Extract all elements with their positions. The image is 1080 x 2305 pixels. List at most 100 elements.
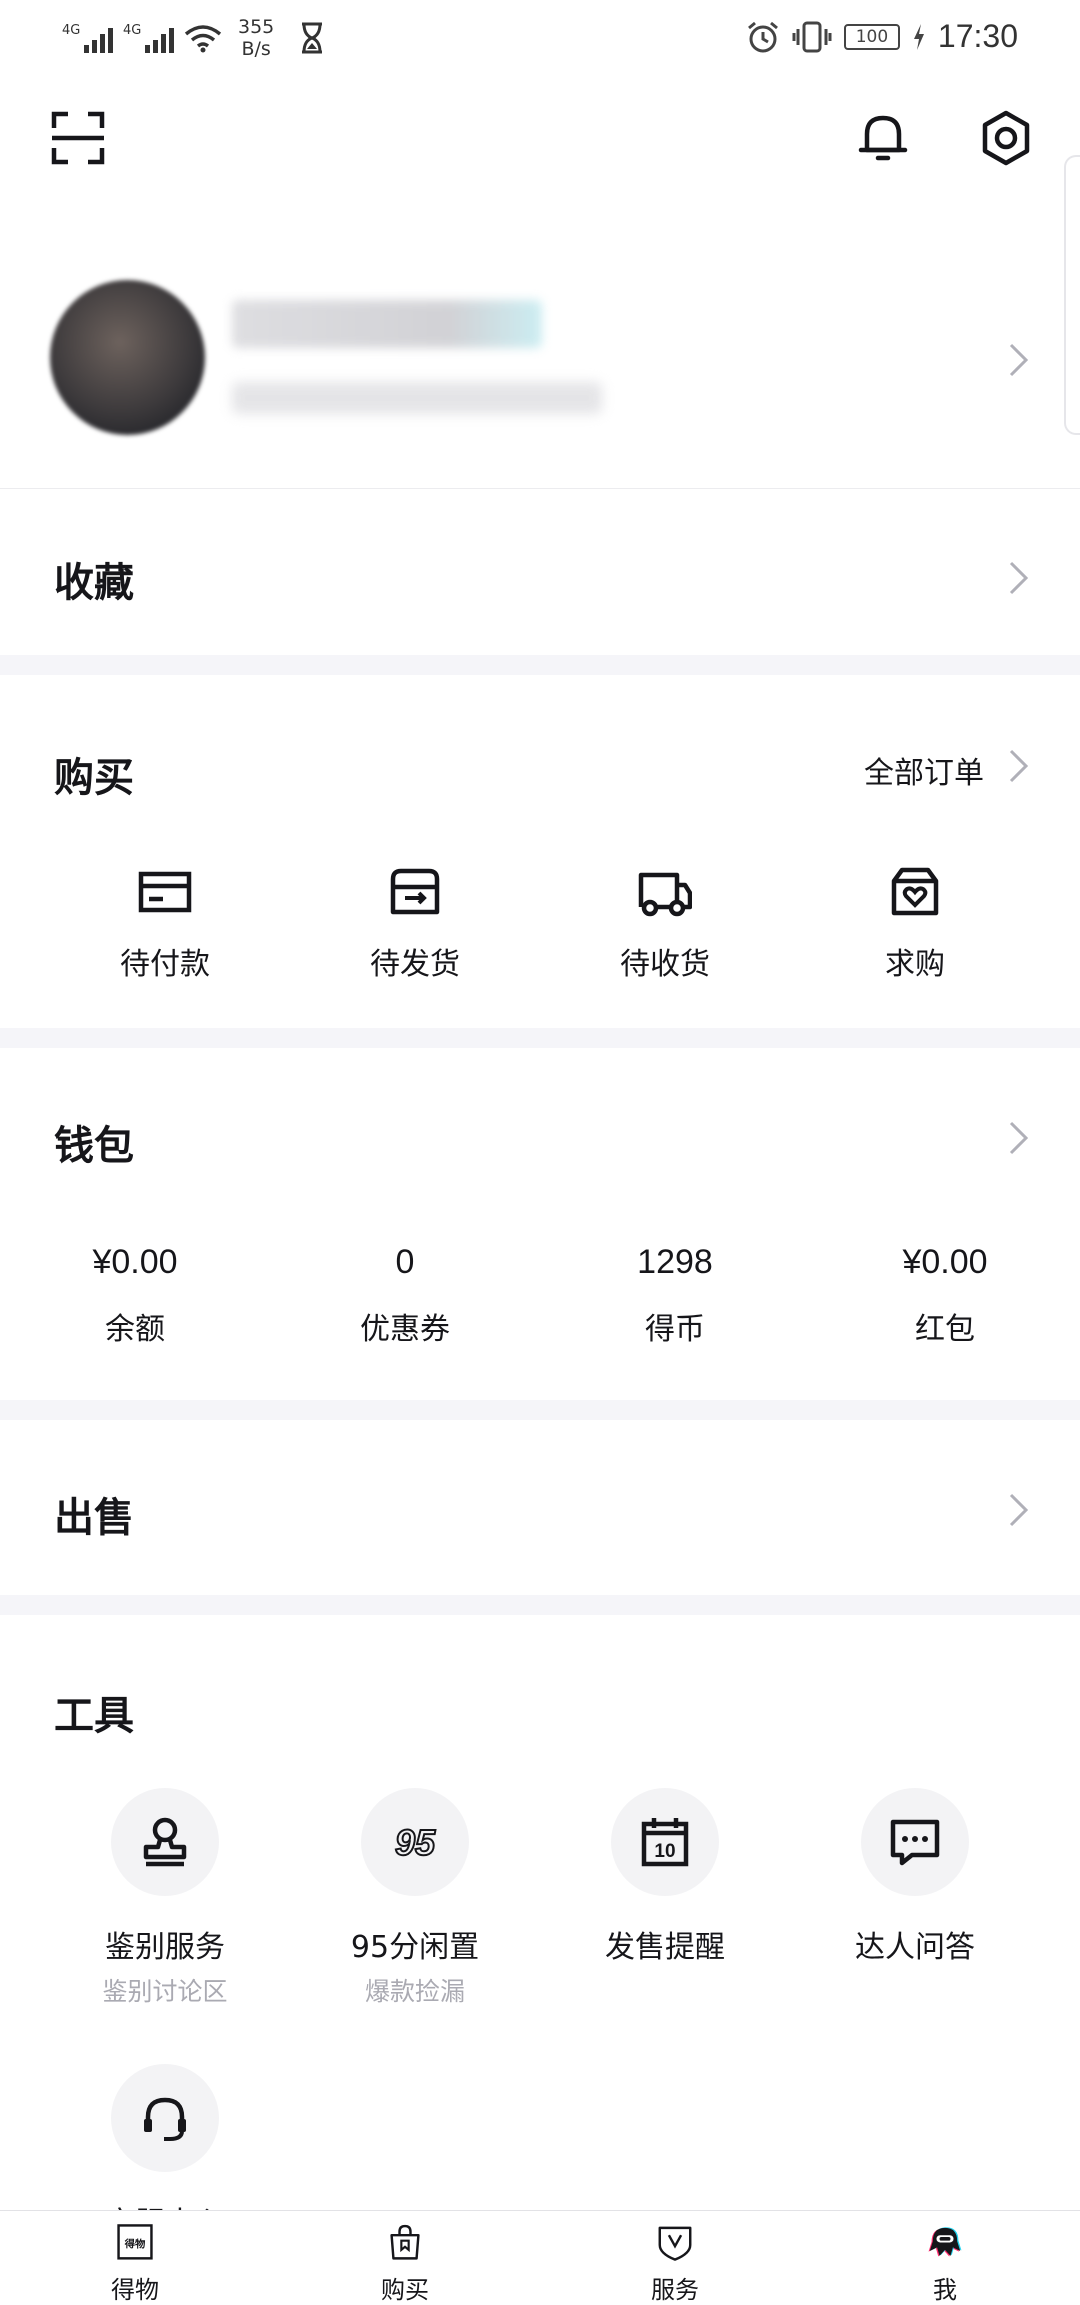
tool-icon-bg: 95 (361, 1788, 469, 1896)
tool-icon-bg (861, 1788, 969, 1896)
svg-text:95: 95 (395, 1822, 436, 1863)
vibrate-icon (792, 21, 832, 52)
favorites-title: 收藏 (54, 560, 134, 606)
tool-icon-bg: 10 (611, 1788, 719, 1896)
wallet-label: 得币 (645, 1312, 705, 1347)
charging-icon (913, 23, 924, 50)
tool-label: 达人问答 (855, 1930, 975, 1965)
wallet-value: ¥0.00 (92, 1243, 178, 1281)
tool-icon-bg (111, 2064, 219, 2172)
profile-subtitle-blurred (232, 382, 602, 414)
tool-authentication[interactable]: 鉴别服务 鉴别讨论区 (40, 1788, 290, 2064)
chevron-right-icon[interactable] (1008, 748, 1030, 784)
order-label: 待发货 (370, 947, 460, 982)
wallet-row[interactable]: 钱包 (0, 1048, 1080, 1228)
cell-signal-icon: 4G (123, 23, 174, 53)
tools-title: 工具 (54, 1693, 134, 1739)
wallet-red-packet[interactable]: ¥0.00 红包 (810, 1243, 1080, 1348)
wallet-label: 余额 (105, 1312, 165, 1347)
tool-label: 发售提醒 (605, 1930, 725, 1965)
section-separator (0, 1595, 1080, 1615)
order-label: 待收货 (620, 947, 710, 982)
tool-sublabel: 爆款捡漏 (364, 1977, 465, 2006)
clock: 17:30 (937, 18, 1018, 54)
nav-label: 得物 (111, 2276, 159, 2304)
mascot-icon (928, 2227, 962, 2257)
alarm-icon (747, 21, 778, 52)
tool-label: 95分闲置 (350, 1930, 480, 1965)
bell-icon[interactable] (855, 108, 911, 164)
svg-text:得物: 得物 (124, 2237, 146, 2250)
shield-v-icon (658, 2226, 692, 2261)
profile-card[interactable] (0, 270, 1080, 485)
truck-icon (638, 872, 692, 917)
wallet-value: 0 (395, 1243, 415, 1281)
order-pending-shipment[interactable]: 待发货 (290, 865, 540, 983)
wallet-coupons[interactable]: 0 优惠券 (270, 1243, 540, 1348)
nav-home[interactable]: 得物 得物 (0, 2211, 270, 2305)
tool-release-reminder[interactable]: 10 发售提醒 (540, 1788, 790, 2064)
chevron-right-icon (1009, 561, 1029, 595)
chevron-right-icon (1009, 343, 1029, 377)
favorites-row[interactable]: 收藏 (0, 490, 1080, 655)
network-type-label: 4G (123, 23, 142, 38)
purchase-title: 购买 (54, 755, 134, 801)
divider (0, 488, 1080, 489)
wallet-title: 钱包 (54, 1123, 134, 1169)
chevron-right-icon (1009, 1493, 1029, 1527)
wallet-coins[interactable]: 1298 得币 (540, 1243, 810, 1348)
card-icon (138, 871, 192, 913)
order-pending-receipt[interactable]: 待收货 (540, 865, 790, 983)
tool-expert-qa[interactable]: 达人问答 (790, 1788, 1040, 2064)
order-pending-payment[interactable]: 待付款 (40, 865, 290, 983)
cell-signal-icon: 4G (62, 23, 113, 53)
battery-indicator: 100 (843, 23, 900, 50)
tool-icon-bg (111, 1788, 219, 1896)
calendar-icon: 10 (641, 1818, 689, 1867)
section-separator (0, 1028, 1080, 1048)
wallet-label: 红包 (915, 1312, 975, 1347)
sell-row[interactable]: 出售 (0, 1420, 1080, 1595)
nav-label: 购买 (381, 2276, 429, 2304)
order-wanted[interactable]: 求购 (790, 865, 1040, 983)
hourglass-icon (302, 22, 323, 54)
nav-buy[interactable]: 购买 (270, 2211, 540, 2305)
wallet-balance[interactable]: ¥0.00 余额 (0, 1243, 270, 1348)
nav-service[interactable]: 服务 (540, 2211, 810, 2305)
tool-95-idle[interactable]: 95 95分闲置 爆款捡漏 (290, 1788, 540, 2064)
nav-me[interactable]: 我 (810, 2211, 1080, 2305)
all-orders-link[interactable]: 全部订单 (864, 748, 984, 792)
chevron-right-icon (1009, 1121, 1029, 1155)
chat-icon (890, 1819, 940, 1866)
order-status-grid: 待付款 待发货 待收货 求购 (0, 865, 1080, 983)
network-type-label: 4G (62, 23, 81, 38)
wallet-value: 1298 (637, 1243, 713, 1281)
nav-label: 服务 (651, 2276, 699, 2304)
wallet-label: 优惠券 (360, 1312, 450, 1347)
sell-title: 出售 (54, 1495, 134, 1541)
wifi-icon (184, 25, 222, 53)
nav-label: 我 (933, 2276, 957, 2304)
dewu-logo-icon: 得物 (117, 2224, 153, 2260)
wallet-value: ¥0.00 (902, 1243, 988, 1281)
network-speed: 355 B/s (238, 16, 275, 60)
shopping-bag-icon (390, 2224, 420, 2260)
95-logo-icon: 95 (394, 1821, 437, 1864)
headset-icon (144, 2097, 186, 2141)
wallet-grid: ¥0.00 余额 0 优惠券 1298 得币 ¥0.00 红包 (0, 1243, 1080, 1348)
avatar[interactable] (50, 280, 205, 435)
profile-name-blurred (232, 300, 542, 348)
status-bar: 4G 4G 355 B/s 100 17:30 (0, 0, 1080, 80)
section-separator (0, 1400, 1080, 1420)
box-icon (390, 868, 440, 915)
heart-box-icon (891, 867, 939, 916)
stamp-icon (143, 1817, 187, 1867)
gear-icon[interactable] (978, 110, 1034, 166)
order-label: 待付款 (120, 947, 210, 982)
order-label: 求购 (885, 947, 945, 982)
scan-icon[interactable] (50, 110, 106, 166)
bottom-nav: 得物 得物 购买 服务 我 (0, 2210, 1080, 2305)
tool-label: 鉴别服务 (105, 1930, 225, 1965)
section-separator (0, 655, 1080, 675)
svg-text:10: 10 (654, 1841, 675, 1862)
